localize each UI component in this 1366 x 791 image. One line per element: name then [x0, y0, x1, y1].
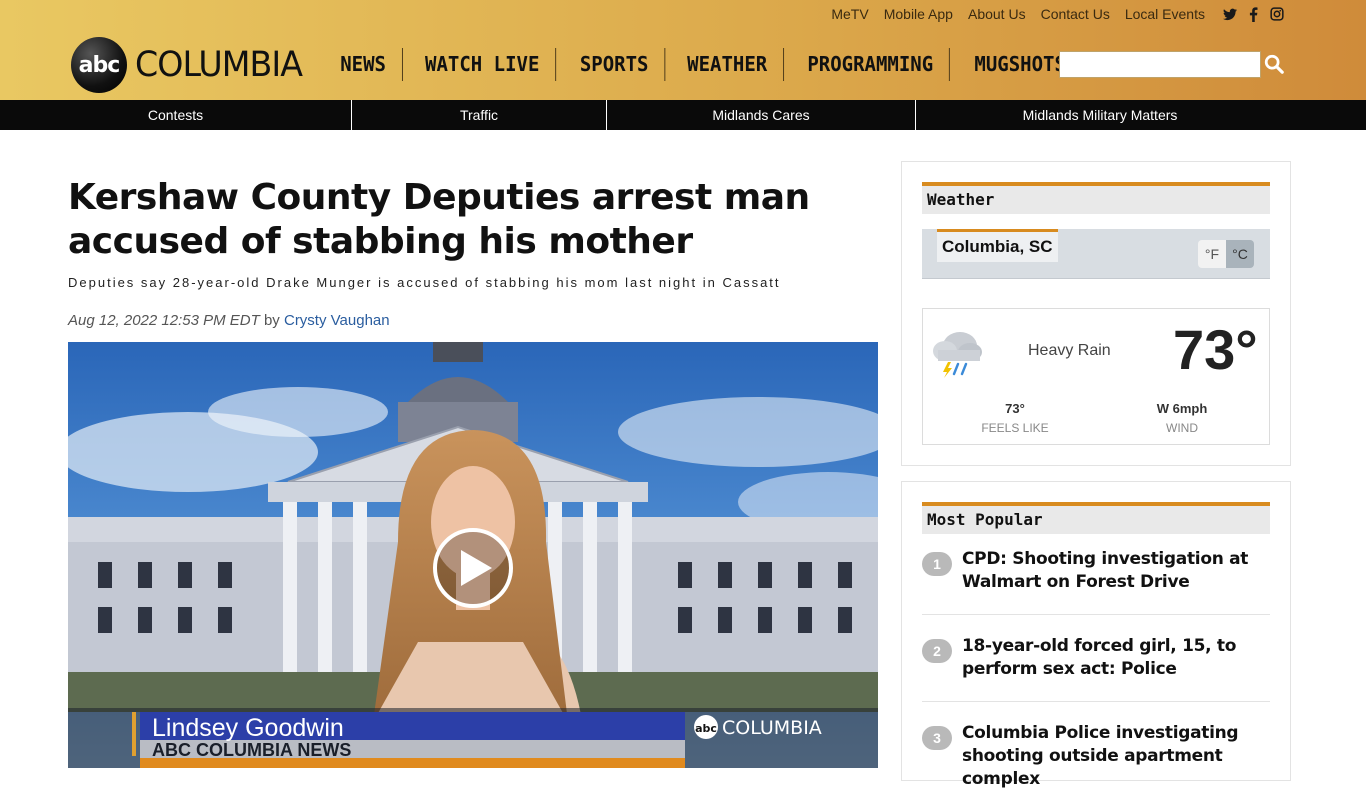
wind-stat: W 6mph WIND — [1122, 401, 1242, 435]
top-link-about-us[interactable]: About Us — [968, 6, 1026, 22]
logo-wordmark: COLUMBIA — [135, 45, 303, 85]
top-link-metv[interactable]: MeTV — [831, 6, 868, 22]
abc-logo-badge: abc — [71, 37, 127, 93]
top-link-mobile-app[interactable]: Mobile App — [884, 6, 953, 22]
top-link-local-events[interactable]: Local Events — [1125, 6, 1205, 22]
weather-widget-title: Weather — [922, 182, 1270, 214]
subnav-midlands-cares[interactable]: Midlands Cares — [607, 100, 916, 130]
site-header: MeTV Mobile App About Us Contact Us Loca… — [0, 0, 1366, 100]
lower-third-name: Lindsey Goodwin — [152, 714, 344, 742]
top-link-contact-us[interactable]: Contact Us — [1041, 6, 1110, 22]
lower-third-org: ABC COLUMBIA NEWS — [152, 740, 351, 760]
unit-celsius-button[interactable]: °C — [1226, 240, 1254, 268]
article-subhead: Deputies say 28-year-old Drake Munger is… — [68, 275, 781, 290]
popular-title[interactable]: CPD: Shooting investigation at Walmart o… — [962, 548, 1272, 594]
nav-weather[interactable]: WEATHER — [671, 48, 785, 81]
popular-item[interactable]: 2 18-year-old forced girl, 15, to perfor… — [922, 636, 1270, 702]
play-icon[interactable] — [433, 528, 513, 608]
bug-wordmark: COLUMBIA — [722, 717, 822, 739]
unit-toggle: °F °C — [1198, 240, 1254, 268]
bug-badge: abc — [695, 722, 717, 735]
feels-like-label: FEELS LIKE — [981, 421, 1049, 435]
instagram-icon[interactable] — [1270, 7, 1284, 21]
popular-item[interactable]: 1 CPD: Shooting investigation at Walmart… — [922, 549, 1270, 615]
twitter-icon[interactable] — [1223, 8, 1237, 21]
article-byline: Aug 12, 2022 12:53 PM EDT by Crysty Vaug… — [68, 312, 390, 329]
article-headline: Kershaw County Deputies arrest man accus… — [68, 177, 810, 262]
video-frame: Lindsey Goodwin ABC COLUMBIA NEWS abc CO… — [68, 342, 878, 768]
popular-rank: 2 — [922, 639, 952, 663]
search-box — [1059, 51, 1261, 78]
site-logo[interactable]: abc COLUMBIA — [71, 37, 311, 93]
wind-label: WIND — [1166, 421, 1198, 435]
subnav-traffic[interactable]: Traffic — [352, 100, 607, 130]
popular-title[interactable]: 18-year-old forced girl, 15, to perform … — [962, 635, 1272, 681]
rain-cloud-icon — [933, 332, 982, 378]
weather-condition: Heavy Rain — [1028, 342, 1111, 359]
nav-sports[interactable]: SPORTS — [563, 48, 666, 81]
social-links — [1223, 6, 1284, 22]
popular-rank: 3 — [922, 726, 952, 750]
facebook-icon[interactable] — [1249, 6, 1258, 22]
weather-location[interactable]: Columbia, SC — [937, 229, 1058, 262]
popular-rank: 1 — [922, 552, 952, 576]
unit-fahrenheit-button[interactable]: °F — [1198, 240, 1226, 268]
subnav-contests[interactable]: Contests — [0, 100, 352, 130]
most-popular-title: Most Popular — [922, 502, 1270, 534]
video-player[interactable]: Lindsey Goodwin ABC COLUMBIA NEWS abc CO… — [68, 342, 878, 768]
utility-links: MeTV Mobile App About Us Contact Us Loca… — [831, 6, 1284, 22]
search-icon[interactable] — [1263, 53, 1285, 75]
feels-like-value: 73° — [1005, 401, 1025, 416]
publish-date: Aug 12, 2022 12:53 PM EDT — [68, 312, 260, 329]
current-temperature: 73° — [1173, 318, 1258, 381]
subnav-midlands-military-matters[interactable]: Midlands Military Matters — [916, 100, 1284, 130]
secondary-navigation: Contests Traffic Midlands Cares Midlands… — [0, 100, 1366, 130]
byline-by: by — [263, 312, 280, 329]
feels-like-stat: 73° FEELS LIKE — [955, 401, 1075, 435]
popular-item[interactable]: 3 Columbia Police investigating shooting… — [922, 723, 1270, 789]
wind-value: W 6mph — [1156, 401, 1208, 416]
author-link[interactable]: Crysty Vaughan — [284, 312, 390, 329]
search-input[interactable] — [1060, 52, 1260, 77]
nav-news[interactable]: NEWS — [324, 48, 404, 81]
popular-title[interactable]: Columbia Police investigating shooting o… — [962, 722, 1272, 791]
nav-watch-live[interactable]: WATCH LIVE — [409, 48, 557, 81]
nav-programming[interactable]: PROGRAMMING — [791, 48, 951, 81]
main-navigation: NEWS WATCH LIVE SPORTS WEATHER PROGRAMMI… — [322, 48, 1085, 81]
